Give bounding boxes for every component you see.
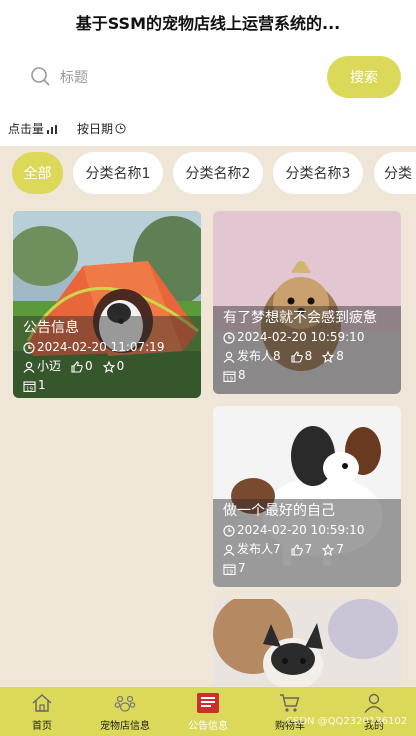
thumb-up-icon	[71, 360, 83, 373]
post-clicks-row: 19 8	[223, 366, 391, 385]
nav-mine[interactable]: 我的	[354, 687, 394, 736]
clock-icon	[23, 341, 35, 354]
search-icon	[31, 67, 50, 86]
post-stats-row: 小迈 0 0	[23, 357, 191, 376]
sort-by-date[interactable]: 按日期	[77, 120, 126, 137]
svg-text:19: 19	[26, 386, 33, 392]
post-title: 有了梦想就不会感到疲惫	[223, 310, 377, 326]
nav-shop-info[interactable]: 宠物店信息	[95, 687, 155, 736]
category-tabs: 全部 分类名称1 分类名称2 分类名称3 分类	[0, 146, 416, 202]
post-date: 2024-02-20 10:59:10	[237, 330, 365, 344]
clock-icon	[223, 331, 235, 344]
sort-by-clicks[interactable]: 点击量	[8, 120, 58, 137]
post-stats-row: 发布人7 7 7	[223, 540, 391, 559]
post-card[interactable]: 有了梦想就不会感到疲惫 2024-02-20 10:59:10 发布人8 8 8…	[213, 211, 401, 394]
thumb-up-icon	[291, 543, 303, 556]
home-icon	[32, 694, 52, 712]
cart-icon	[280, 694, 300, 712]
post-date: 2024-02-20 11:07:19	[37, 340, 165, 354]
search-input[interactable]	[58, 60, 312, 96]
post-info: 公告信息 2024-02-20 11:07:19 小迈 0 0 19 1	[13, 316, 201, 398]
nav-shop-info-label: 宠物店信息	[100, 721, 150, 732]
thumb-up-icon	[291, 350, 303, 363]
post-date: 2024-02-20 10:59:10	[237, 523, 365, 537]
user-icon	[223, 544, 235, 556]
nav-home[interactable]: 首页	[22, 687, 62, 736]
page-title: 基于SSM的宠物店线上运营系统的...	[75, 14, 341, 33]
post-clicks-row: 19 1	[23, 376, 191, 395]
paw-icon	[114, 695, 136, 712]
category-tab-1[interactable]: 分类名称1	[73, 152, 163, 194]
calendar-icon: 19	[223, 370, 236, 382]
category-tab-all[interactable]: 全部	[12, 152, 63, 194]
chart-icon	[47, 124, 58, 134]
post-likes: 0	[85, 359, 93, 373]
post-author: 小迈	[37, 359, 62, 373]
post-clicks-row: 19 7	[223, 559, 391, 578]
category-tab-4[interactable]: 分类	[374, 152, 416, 194]
star-icon	[322, 350, 335, 363]
post-info: 有了梦想就不会感到疲惫 2024-02-20 10:59:10 发布人8 8 8…	[213, 306, 401, 394]
clock-icon	[115, 123, 126, 134]
top-bar: 基于SSM的宠物店线上运营系统的...	[0, 0, 416, 46]
search-button[interactable]: 搜索	[327, 56, 401, 98]
nav-cart[interactable]: 购物车	[270, 687, 310, 736]
post-card[interactable]: 做一个最好的自己 2024-02-20 10:59:10 发布人7 7 7 19…	[213, 406, 401, 587]
post-favorites: 7	[336, 542, 344, 556]
category-tab-3[interactable]: 分类名称3	[273, 152, 363, 194]
post-clicks: 1	[38, 378, 46, 392]
post-likes: 8	[304, 349, 313, 363]
post-date-row: 2024-02-20 10:59:10	[223, 328, 391, 347]
calendar-icon: 19	[23, 380, 36, 392]
svg-text:19: 19	[226, 376, 233, 382]
notice-icon	[197, 693, 219, 713]
post-info: 做一个最好的自己 2024-02-20 10:59:10 发布人7 7 7 19…	[213, 499, 401, 587]
user-icon	[223, 351, 235, 363]
post-clicks: 8	[238, 368, 246, 382]
user-icon	[364, 693, 384, 713]
post-title: 公告信息	[23, 320, 79, 336]
watermark: CSDN @QQ2320136102	[286, 716, 408, 727]
sort-by-clicks-label: 点击量	[8, 122, 45, 136]
nav-home-label: 首页	[32, 721, 52, 732]
nav-notice-label: 公告信息	[188, 721, 228, 732]
calendar-icon: 19	[223, 563, 236, 575]
svg-text:19: 19	[226, 569, 233, 575]
post-stats-row: 发布人8 8 8	[223, 347, 391, 366]
post-title: 做一个最好的自己	[223, 503, 335, 519]
sort-by-date-label: 按日期	[77, 122, 114, 136]
user-icon	[23, 361, 35, 373]
post-date-row: 2024-02-20 10:59:10	[223, 521, 391, 540]
category-tab-2[interactable]: 分类名称2	[173, 152, 263, 194]
search-bar: 搜索	[0, 46, 416, 110]
bottom-nav: 首页 宠物店信息 公告信息 购物车 我的	[0, 687, 416, 736]
star-icon	[322, 543, 335, 556]
post-author: 发布人7	[237, 542, 281, 556]
clock-icon	[223, 524, 235, 537]
post-favorites: 0	[116, 359, 125, 373]
nav-notice[interactable]: 公告信息	[183, 687, 233, 736]
star-icon	[102, 360, 115, 373]
post-likes: 7	[304, 542, 313, 556]
post-favorites: 8	[336, 349, 344, 363]
post-clicks: 7	[238, 561, 246, 575]
post-date-row: 2024-02-20 11:07:19	[23, 338, 191, 357]
sort-bar: 点击量 按日期	[0, 110, 416, 146]
post-author: 发布人8	[237, 349, 281, 363]
post-card[interactable]: 公告信息 2024-02-20 11:07:19 小迈 0 0 19 1	[13, 211, 201, 398]
